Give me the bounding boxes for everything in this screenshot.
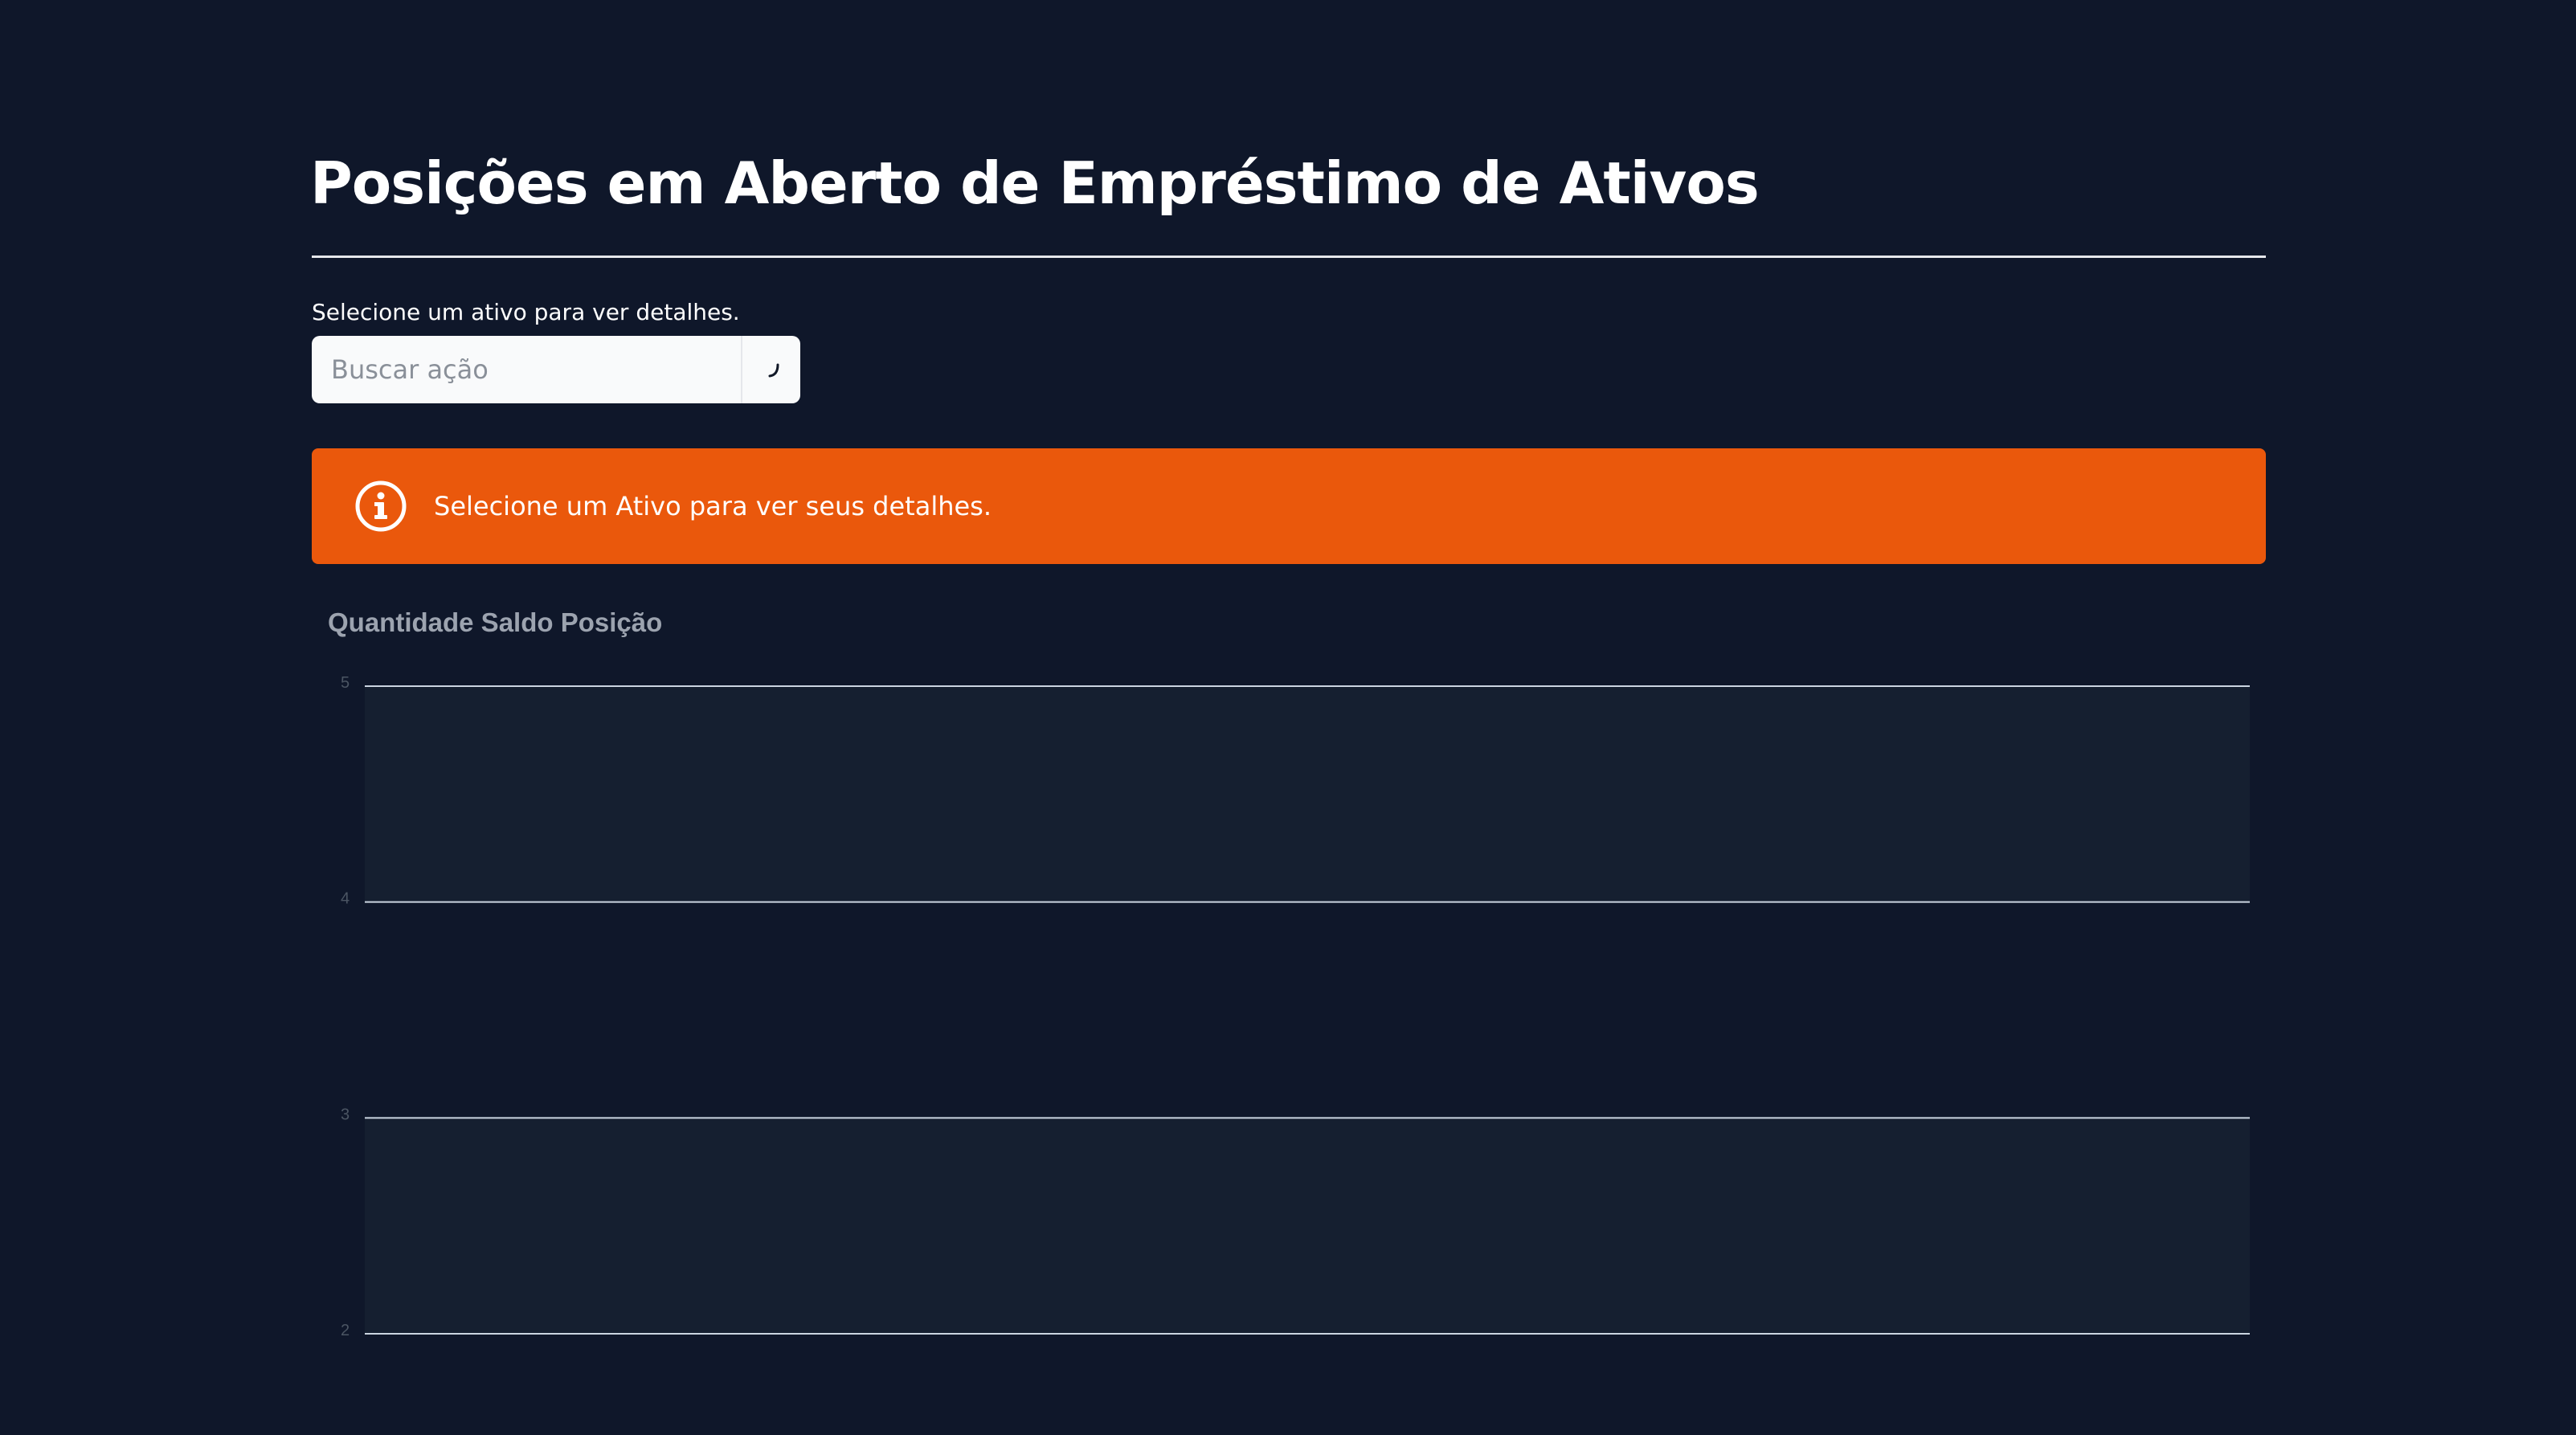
y-tick-label: 5 xyxy=(341,674,350,692)
info-alert: Selecione um Ativo para ver seus detalhe… xyxy=(312,448,2266,564)
chart-band xyxy=(365,1118,2250,1334)
search-button[interactable] xyxy=(741,336,800,403)
select-asset-label: Selecione um ativo para ver detalhes. xyxy=(312,299,740,325)
position-balance-chart: 5 4 3 2 xyxy=(341,674,2250,1339)
title-divider xyxy=(312,256,2266,258)
page-title: Posições em Aberto de Empréstimo de Ativ… xyxy=(310,149,1760,217)
search-icon xyxy=(768,363,779,378)
search-box xyxy=(312,336,800,403)
chart-band xyxy=(365,686,2250,902)
alert-message: Selecione um Ativo para ver seus detalhe… xyxy=(434,491,992,521)
page: Posições em Aberto de Empréstimo de Ativ… xyxy=(0,0,2576,1435)
y-tick-label: 3 xyxy=(341,1106,350,1123)
info-icon xyxy=(354,479,408,534)
chart-title: Quantidade Saldo Posição xyxy=(328,607,663,637)
y-tick-label: 4 xyxy=(341,890,350,908)
y-tick-label: 2 xyxy=(341,1322,350,1339)
search-input[interactable] xyxy=(312,336,741,403)
